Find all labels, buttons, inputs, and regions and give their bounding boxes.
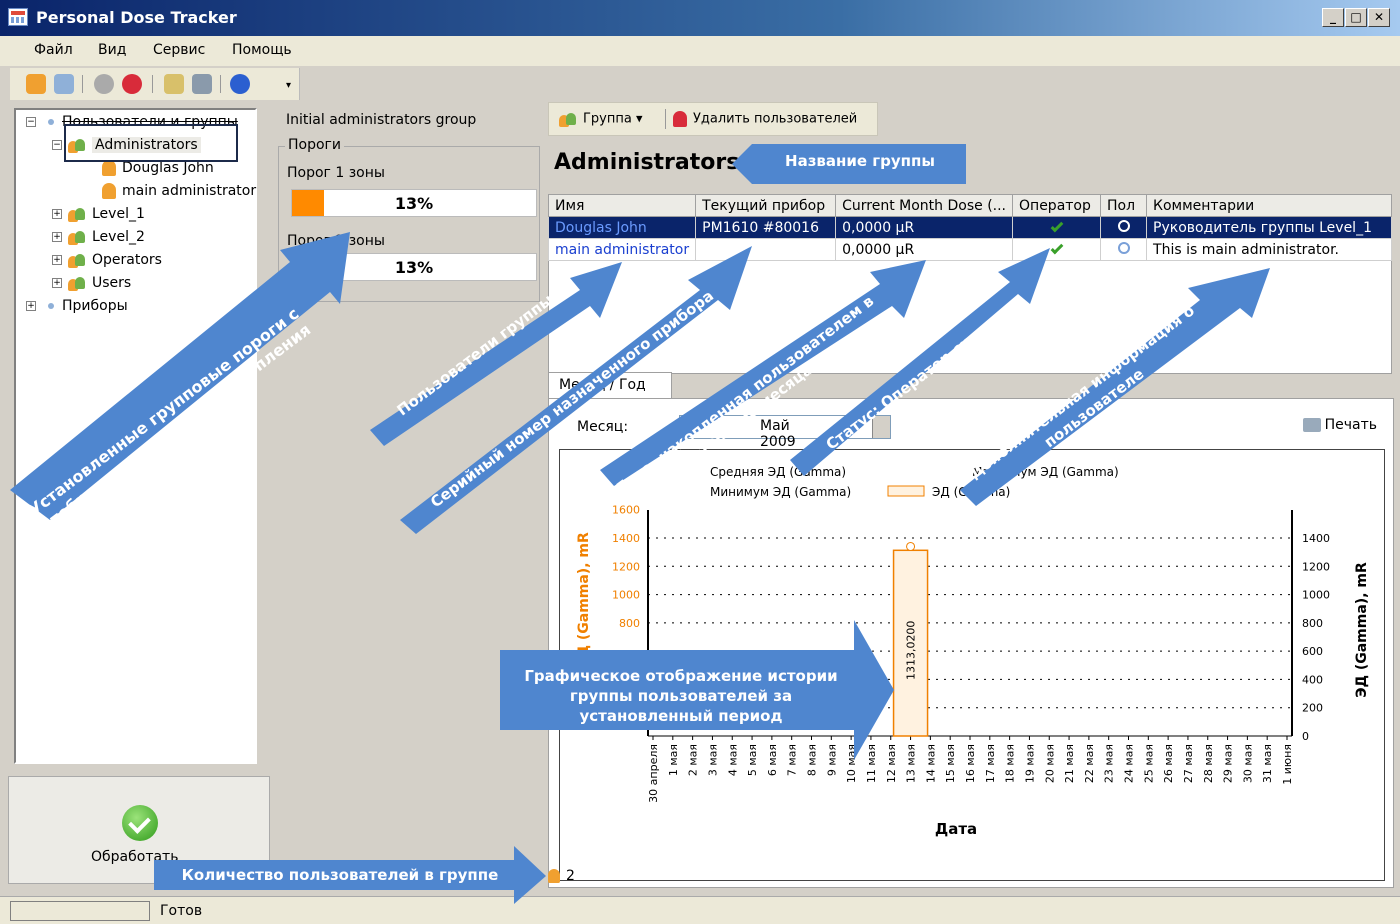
callout-count: Количество пользователей в группе xyxy=(181,866,499,884)
callout-group-name: Название группы xyxy=(785,152,935,170)
callout-chart: Графическое отображение истории группы п… xyxy=(524,667,838,725)
arrow-users xyxy=(370,262,622,446)
